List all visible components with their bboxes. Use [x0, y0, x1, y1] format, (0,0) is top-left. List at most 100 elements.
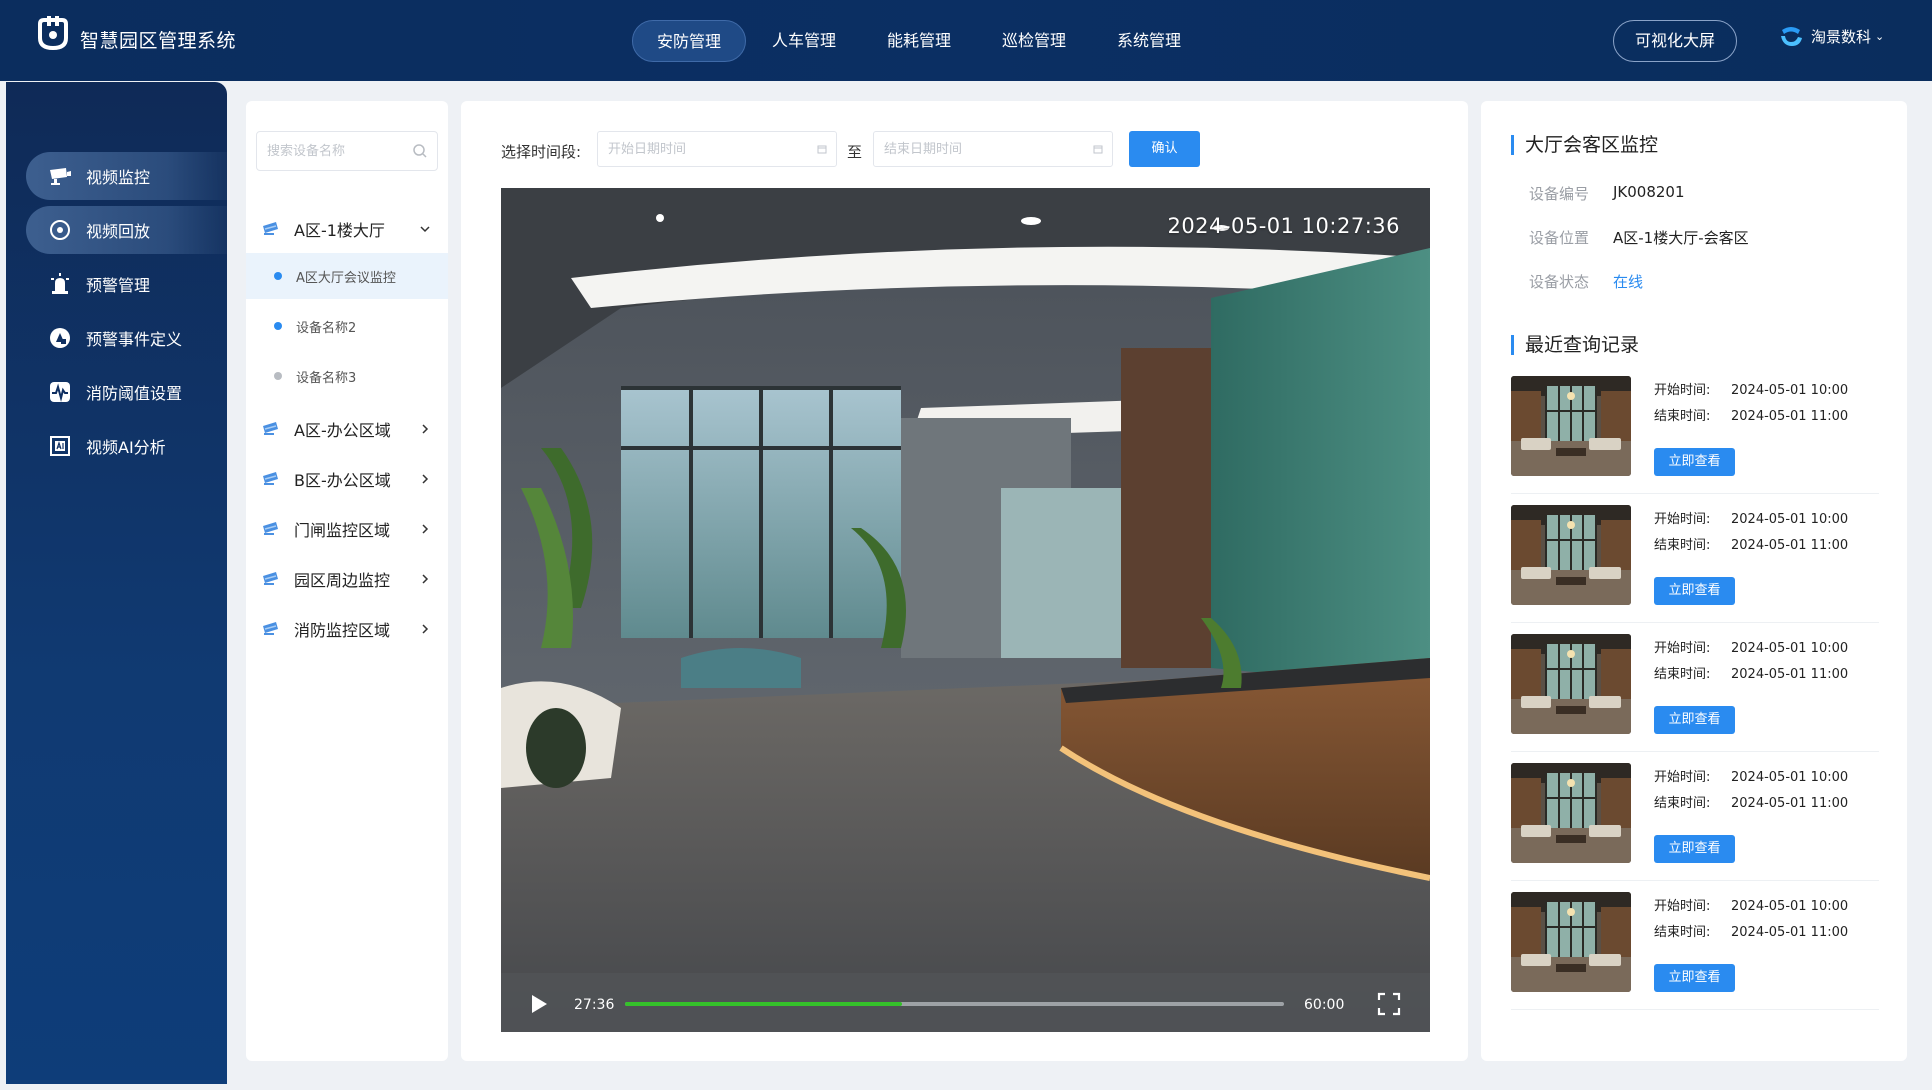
- view-now-button[interactable]: 立即查看: [1654, 706, 1735, 734]
- camera-icon: [263, 422, 278, 435]
- record-start-line: 开始时间: 2024-05-01 10:00: [1654, 766, 1848, 785]
- info-key: 设备编号: [1529, 185, 1590, 203]
- nav-system[interactable]: 系统管理: [1092, 20, 1206, 62]
- start-datetime-input[interactable]: [598, 132, 798, 166]
- app-title: 智慧园区管理系统: [80, 30, 237, 52]
- device-search-input[interactable]: [257, 132, 402, 170]
- record-end-key: 结束时间:: [1654, 667, 1711, 682]
- sidebar-item-event-define[interactable]: 预警事件定义: [26, 314, 227, 362]
- status-dot: [274, 372, 282, 380]
- record-start-value: 2024-05-01 10:00: [1731, 641, 1849, 656]
- ai-analysis-icon: [48, 434, 72, 458]
- tree-device-label: 设备名称3: [296, 370, 357, 386]
- nav-energy[interactable]: 能耗管理: [862, 20, 976, 62]
- record-thumbnail: [1511, 763, 1631, 863]
- tree-device-3[interactable]: 设备名称3: [246, 353, 448, 399]
- nav-security[interactable]: 安防管理: [632, 20, 746, 62]
- record-end-line: 结束时间: 2024-05-01 11:00: [1654, 405, 1848, 424]
- tree-group-fire[interactable]: 消防监控区域: [262, 614, 438, 644]
- tree-group-label: B区-办公区域: [294, 471, 391, 490]
- tree-group-label: 消防监控区域: [294, 621, 391, 640]
- record-thumbnail: [1511, 376, 1631, 476]
- device-info-panel: 大厅会客区监控 设备编号 JK008201 设备位置 A区-1楼大厅-会客区 设…: [1481, 101, 1907, 1061]
- brand-menu[interactable]: 淘景数科 ⌄: [1778, 24, 1884, 48]
- record-end-key: 结束时间:: [1654, 796, 1711, 811]
- sidebar-item-video-playback[interactable]: 视频回放: [26, 206, 227, 254]
- total-time: 60:00: [1304, 997, 1345, 1013]
- record-thumbnail: [1511, 634, 1631, 734]
- sidebar-item-video-ai[interactable]: 视频AI分析: [26, 422, 227, 470]
- record-end-value: 2024-05-01 11:00: [1731, 667, 1849, 682]
- view-now-button[interactable]: 立即查看: [1654, 964, 1735, 992]
- device-tree-panel: A区-1楼大厅 A区大厅会议监控 设备名称2 设备名称3 A区-办公区域 B区-…: [246, 101, 448, 1061]
- record-start-key: 开始时间:: [1654, 383, 1711, 398]
- record-item: 开始时间: 2024-05-01 10:00 结束时间: 2024-05-01 11…: [1511, 634, 1879, 752]
- record-end-line: 结束时间: 2024-05-01 11:00: [1654, 663, 1848, 682]
- view-now-button[interactable]: 立即查看: [1654, 448, 1735, 476]
- tree-device-label: 设备名称2: [296, 320, 357, 336]
- tree-group-b-office[interactable]: B区-办公区域: [262, 464, 438, 494]
- record-end-line: 结束时间: 2024-05-01 11:00: [1654, 534, 1848, 553]
- sidebar-item-alarm-management[interactable]: 预警管理: [26, 260, 227, 308]
- tree-device-2[interactable]: 设备名称2: [246, 303, 448, 349]
- end-datetime: [873, 131, 1113, 167]
- tree-group-gate[interactable]: 门闸监控区域: [262, 514, 438, 544]
- tree-group-label: 门闸监控区域: [294, 521, 391, 540]
- calendar-icon[interactable]: [1093, 144, 1103, 154]
- record-item: 开始时间: 2024-05-01 10:00 结束时间: 2024-05-01 11…: [1511, 376, 1879, 494]
- record-end-value: 2024-05-01 11:00: [1731, 925, 1849, 940]
- search-icon[interactable]: [412, 143, 428, 159]
- record-start-key: 开始时间:: [1654, 899, 1711, 914]
- play-icon[interactable]: [530, 994, 548, 1014]
- tree-group-perimeter[interactable]: 园区周边监控: [262, 564, 438, 594]
- sidebar-item-label: 消防阈值设置: [86, 384, 183, 403]
- tree-device-a-lobby-meeting[interactable]: A区大厅会议监控: [246, 253, 448, 299]
- nav-people-vehicle[interactable]: 人车管理: [747, 20, 861, 62]
- camera-icon: [48, 164, 72, 188]
- info-value: JK008201: [1613, 183, 1685, 201]
- progress-fill: [625, 1002, 902, 1006]
- top-header: 智慧园区管理系统 安防管理 人车管理 能耗管理 巡检管理 系统管理 可视化大屏 …: [0, 0, 1932, 81]
- record-start-key: 开始时间:: [1654, 770, 1711, 785]
- record-end-value: 2024-05-01 11:00: [1731, 796, 1849, 811]
- camera-icon: [263, 522, 278, 535]
- info-key: 设备状态: [1529, 273, 1590, 291]
- park-logo-icon: [38, 16, 68, 51]
- status-dot: [274, 272, 282, 280]
- sidebar-item-fire-threshold[interactable]: 消防阈值设置: [26, 368, 227, 416]
- video-controls: 27:36 60:00: [501, 973, 1430, 1032]
- record-item: 开始时间: 2024-05-01 10:00 结束时间: 2024-05-01 11…: [1511, 505, 1879, 623]
- sidebar-item-video-monitor[interactable]: 视频监控: [26, 152, 227, 200]
- info-key: 设备位置: [1529, 229, 1590, 247]
- calendar-icon[interactable]: [817, 144, 827, 154]
- device-status-row: 设备状态 在线: [1529, 271, 1643, 292]
- brand-label: 淘景数科: [1811, 27, 1872, 46]
- record-start-value: 2024-05-01 10:00: [1731, 899, 1849, 914]
- info-value: A区-1楼大厅-会客区: [1613, 229, 1749, 247]
- view-now-button[interactable]: 立即查看: [1654, 577, 1735, 605]
- record-start-line: 开始时间: 2024-05-01 10:00: [1654, 508, 1848, 527]
- time-range-label: 选择时间段:: [501, 143, 582, 161]
- start-datetime: [597, 131, 837, 167]
- confirm-button[interactable]: 确认: [1129, 131, 1200, 167]
- status-badge: 在线: [1613, 273, 1644, 291]
- tree-group-a-office[interactable]: A区-办公区域: [262, 414, 438, 444]
- view-now-button[interactable]: 立即查看: [1654, 835, 1735, 863]
- tree-group-a-lobby[interactable]: A区-1楼大厅: [262, 214, 438, 244]
- range-separator: 至: [847, 143, 863, 161]
- chevron-down-icon: ⌄: [1875, 29, 1885, 43]
- record-end-value: 2024-05-01 11:00: [1731, 409, 1849, 424]
- video-player[interactable]: 2024-05-01 10:27:36 27:36 60:00: [501, 188, 1430, 1032]
- nav-inspection[interactable]: 巡检管理: [977, 20, 1091, 62]
- video-panel: 选择时间段: 至 确认: [461, 101, 1468, 1061]
- bigscreen-button[interactable]: 可视化大屏: [1613, 20, 1737, 62]
- progress-bar[interactable]: [625, 1002, 1284, 1006]
- fullscreen-icon[interactable]: [1377, 992, 1401, 1016]
- chevron-right-icon: [422, 424, 429, 434]
- event-define-icon: [48, 326, 72, 350]
- camera-icon: [263, 622, 278, 635]
- record-start-line: 开始时间: 2024-05-01 10:00: [1654, 637, 1848, 656]
- end-datetime-input[interactable]: [874, 132, 1074, 166]
- sidebar-item-label: 预警管理: [86, 276, 151, 295]
- device-info-title: 大厅会客区监控: [1511, 135, 1658, 155]
